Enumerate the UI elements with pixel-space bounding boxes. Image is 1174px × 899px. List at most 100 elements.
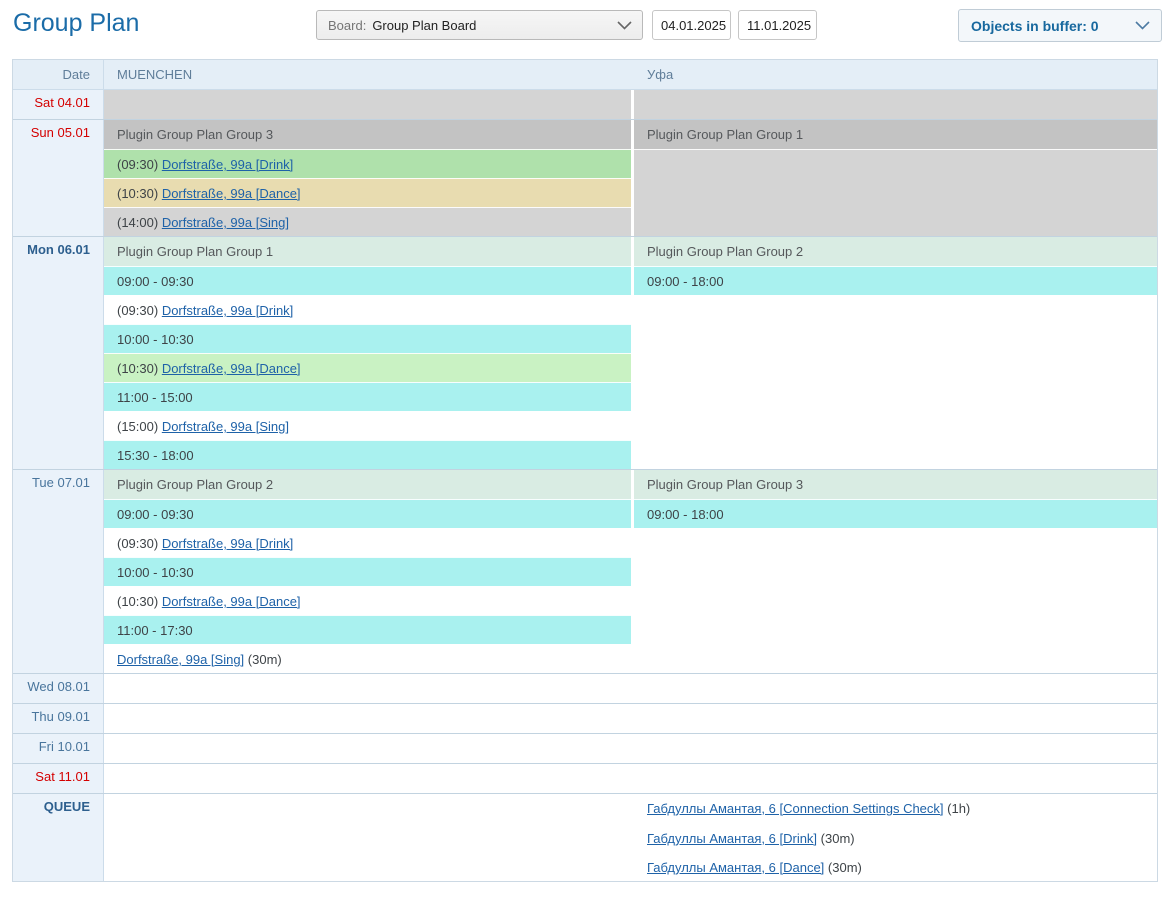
appointment-row: (09:30) Dorfstraße, 99a [Drink] — [104, 295, 631, 324]
board-select[interactable]: Board: Group Plan Board — [316, 10, 643, 40]
appointment-row: (10:30) Dorfstraße, 99a [Dance] — [104, 586, 631, 615]
time-window: 11:00 - 15:00 — [104, 382, 631, 411]
day-cell-ufa — [634, 90, 1157, 119]
day-cell-muenchen — [104, 90, 631, 119]
appointment-row: (10:30) Dorfstraße, 99a [Dance] — [104, 353, 631, 382]
group-header: Plugin Group Plan Group 2 — [634, 237, 1157, 266]
appointment-duration: (1h) — [944, 801, 971, 816]
appointment-link[interactable]: Dorfstraße, 99a [Sing] — [117, 652, 244, 667]
empty-cell — [104, 734, 631, 763]
group-header: Plugin Group Plan Group 1 — [634, 120, 1157, 149]
day-cell-muenchen — [104, 794, 631, 881]
appointment-link[interactable]: Габдуллы Амантая, 6 [Dance] — [647, 860, 824, 875]
appointment-link[interactable]: Габдуллы Амантая, 6 [Drink] — [647, 831, 817, 846]
date-from-input[interactable] — [652, 10, 731, 40]
time-window: 15:30 - 18:00 — [104, 440, 631, 469]
group-plan-page: Group Plan Board: Group Plan Board Objec… — [0, 0, 1174, 899]
appointment-row: Габдуллы Амантая, 6 [Dance] (30m) — [634, 852, 1157, 881]
day-block: Tue 07.01Plugin Group Plan Group 209:00 … — [13, 469, 1157, 673]
empty-cell — [634, 704, 1157, 733]
column-header-ufa: Уфа — [634, 60, 1157, 89]
empty-cell — [104, 764, 631, 793]
day-cell-ufa — [634, 704, 1157, 733]
appointment-time: (09:30) — [117, 157, 162, 172]
appointment-link[interactable]: Dorfstraße, 99a [Drink] — [162, 303, 294, 318]
day-cell-muenchen — [104, 674, 631, 703]
day-block: QUEUE Габдуллы Амантая, 6 [Connection Set… — [13, 793, 1157, 881]
chevron-down-icon — [617, 21, 632, 30]
empty-cell — [634, 734, 1157, 763]
appointment-link[interactable]: Dorfstraße, 99a [Dance] — [162, 594, 301, 609]
day-block: Sat 04.01 — [13, 90, 1157, 119]
date-to-input[interactable] — [738, 10, 817, 40]
time-window: 10:00 - 10:30 — [104, 557, 631, 586]
day-cell-ufa — [634, 764, 1157, 793]
board-select-value: Group Plan Board — [372, 18, 476, 33]
day-block: Sat 11.01 — [13, 763, 1157, 793]
time-window: 09:00 - 18:00 — [634, 499, 1157, 528]
appointment-row: (09:30) Dorfstraße, 99a [Drink] — [104, 528, 631, 557]
appointment-link[interactable]: Габдуллы Амантая, 6 [Connection Settings… — [647, 801, 944, 816]
appointment-link[interactable]: Dorfstraße, 99a [Drink] — [162, 157, 294, 172]
plan-table: Date MUENCHEN Уфа Sat 04.01Sun 05.01Plug… — [12, 59, 1158, 882]
day-cell-ufa — [634, 734, 1157, 763]
appointment-row: Габдуллы Амантая, 6 [Connection Settings… — [634, 794, 1157, 823]
page-title: Group Plan — [13, 9, 139, 38]
empty-cell — [634, 149, 1157, 236]
date-label: Wed 08.01 — [13, 674, 104, 703]
chevron-down-icon — [1135, 21, 1150, 30]
date-label: Tue 07.01 — [13, 470, 104, 673]
empty-cell — [634, 295, 1157, 469]
appointment-time: (09:30) — [117, 303, 162, 318]
appointment-link[interactable]: Dorfstraße, 99a [Dance] — [162, 361, 301, 376]
day-cell-ufa: Plugin Group Plan Group 309:00 - 18:00 — [634, 470, 1157, 673]
day-cell-ufa: Plugin Group Plan Group 1 — [634, 120, 1157, 236]
day-cell-ufa — [634, 674, 1157, 703]
appointment-row: (14:00) Dorfstraße, 99a [Sing] — [104, 207, 631, 236]
appointment-time: (14:00) — [117, 215, 162, 230]
appointment-duration: (30m) — [244, 652, 282, 667]
group-header: Plugin Group Plan Group 2 — [104, 470, 631, 499]
day-cell-ufa: Plugin Group Plan Group 209:00 - 18:00 — [634, 237, 1157, 469]
empty-cell — [104, 704, 631, 733]
group-header: Plugin Group Plan Group 1 — [104, 237, 631, 266]
board-select-label: Board: — [328, 18, 366, 33]
day-cell-ufa: Габдуллы Амантая, 6 [Connection Settings… — [634, 794, 1157, 881]
appointment-duration: (30m) — [817, 831, 855, 846]
date-label: Mon 06.01 — [13, 237, 104, 469]
date-label: Sat 04.01 — [13, 90, 104, 119]
empty-cell — [104, 794, 631, 881]
day-block: Sun 05.01Plugin Group Plan Group 3(09:30… — [13, 119, 1157, 236]
empty-cell — [104, 90, 631, 119]
empty-cell — [634, 674, 1157, 703]
date-label: QUEUE — [13, 794, 104, 881]
empty-cell — [634, 764, 1157, 793]
appointment-row: (09:30) Dorfstraße, 99a [Drink] — [104, 149, 631, 178]
appointment-time: (10:30) — [117, 594, 162, 609]
day-cell-muenchen — [104, 764, 631, 793]
appointment-row: Габдуллы Амантая, 6 [Drink] (30m) — [634, 823, 1157, 852]
empty-cell — [104, 674, 631, 703]
objects-in-buffer-dropdown[interactable]: Objects in buffer: 0 — [958, 9, 1162, 42]
appointment-time: (10:30) — [117, 361, 162, 376]
empty-cell — [634, 90, 1157, 119]
day-cell-muenchen: Plugin Group Plan Group 109:00 - 09:30(0… — [104, 237, 631, 469]
appointment-time: (09:30) — [117, 536, 162, 551]
date-label: Fri 10.01 — [13, 734, 104, 763]
date-label: Sun 05.01 — [13, 120, 104, 236]
empty-cell — [634, 528, 1157, 673]
objects-in-buffer-label: Objects in buffer: 0 — [971, 18, 1099, 34]
time-window: 09:00 - 09:30 — [104, 499, 631, 528]
appointment-link[interactable]: Dorfstraße, 99a [Dance] — [162, 186, 301, 201]
day-cell-muenchen: Plugin Group Plan Group 209:00 - 09:30(0… — [104, 470, 631, 673]
appointment-link[interactable]: Dorfstraße, 99a [Sing] — [162, 419, 289, 434]
day-block: Thu 09.01 — [13, 703, 1157, 733]
date-label: Sat 11.01 — [13, 764, 104, 793]
plan-header-row: Date MUENCHEN Уфа — [13, 60, 1157, 90]
time-window: 10:00 - 10:30 — [104, 324, 631, 353]
appointment-row: (10:30) Dorfstraße, 99a [Dance] — [104, 178, 631, 207]
day-cell-muenchen: Plugin Group Plan Group 3(09:30) Dorfstr… — [104, 120, 631, 236]
appointment-link[interactable]: Dorfstraße, 99a [Sing] — [162, 215, 289, 230]
time-window: 11:00 - 17:30 — [104, 615, 631, 644]
appointment-link[interactable]: Dorfstraße, 99a [Drink] — [162, 536, 294, 551]
